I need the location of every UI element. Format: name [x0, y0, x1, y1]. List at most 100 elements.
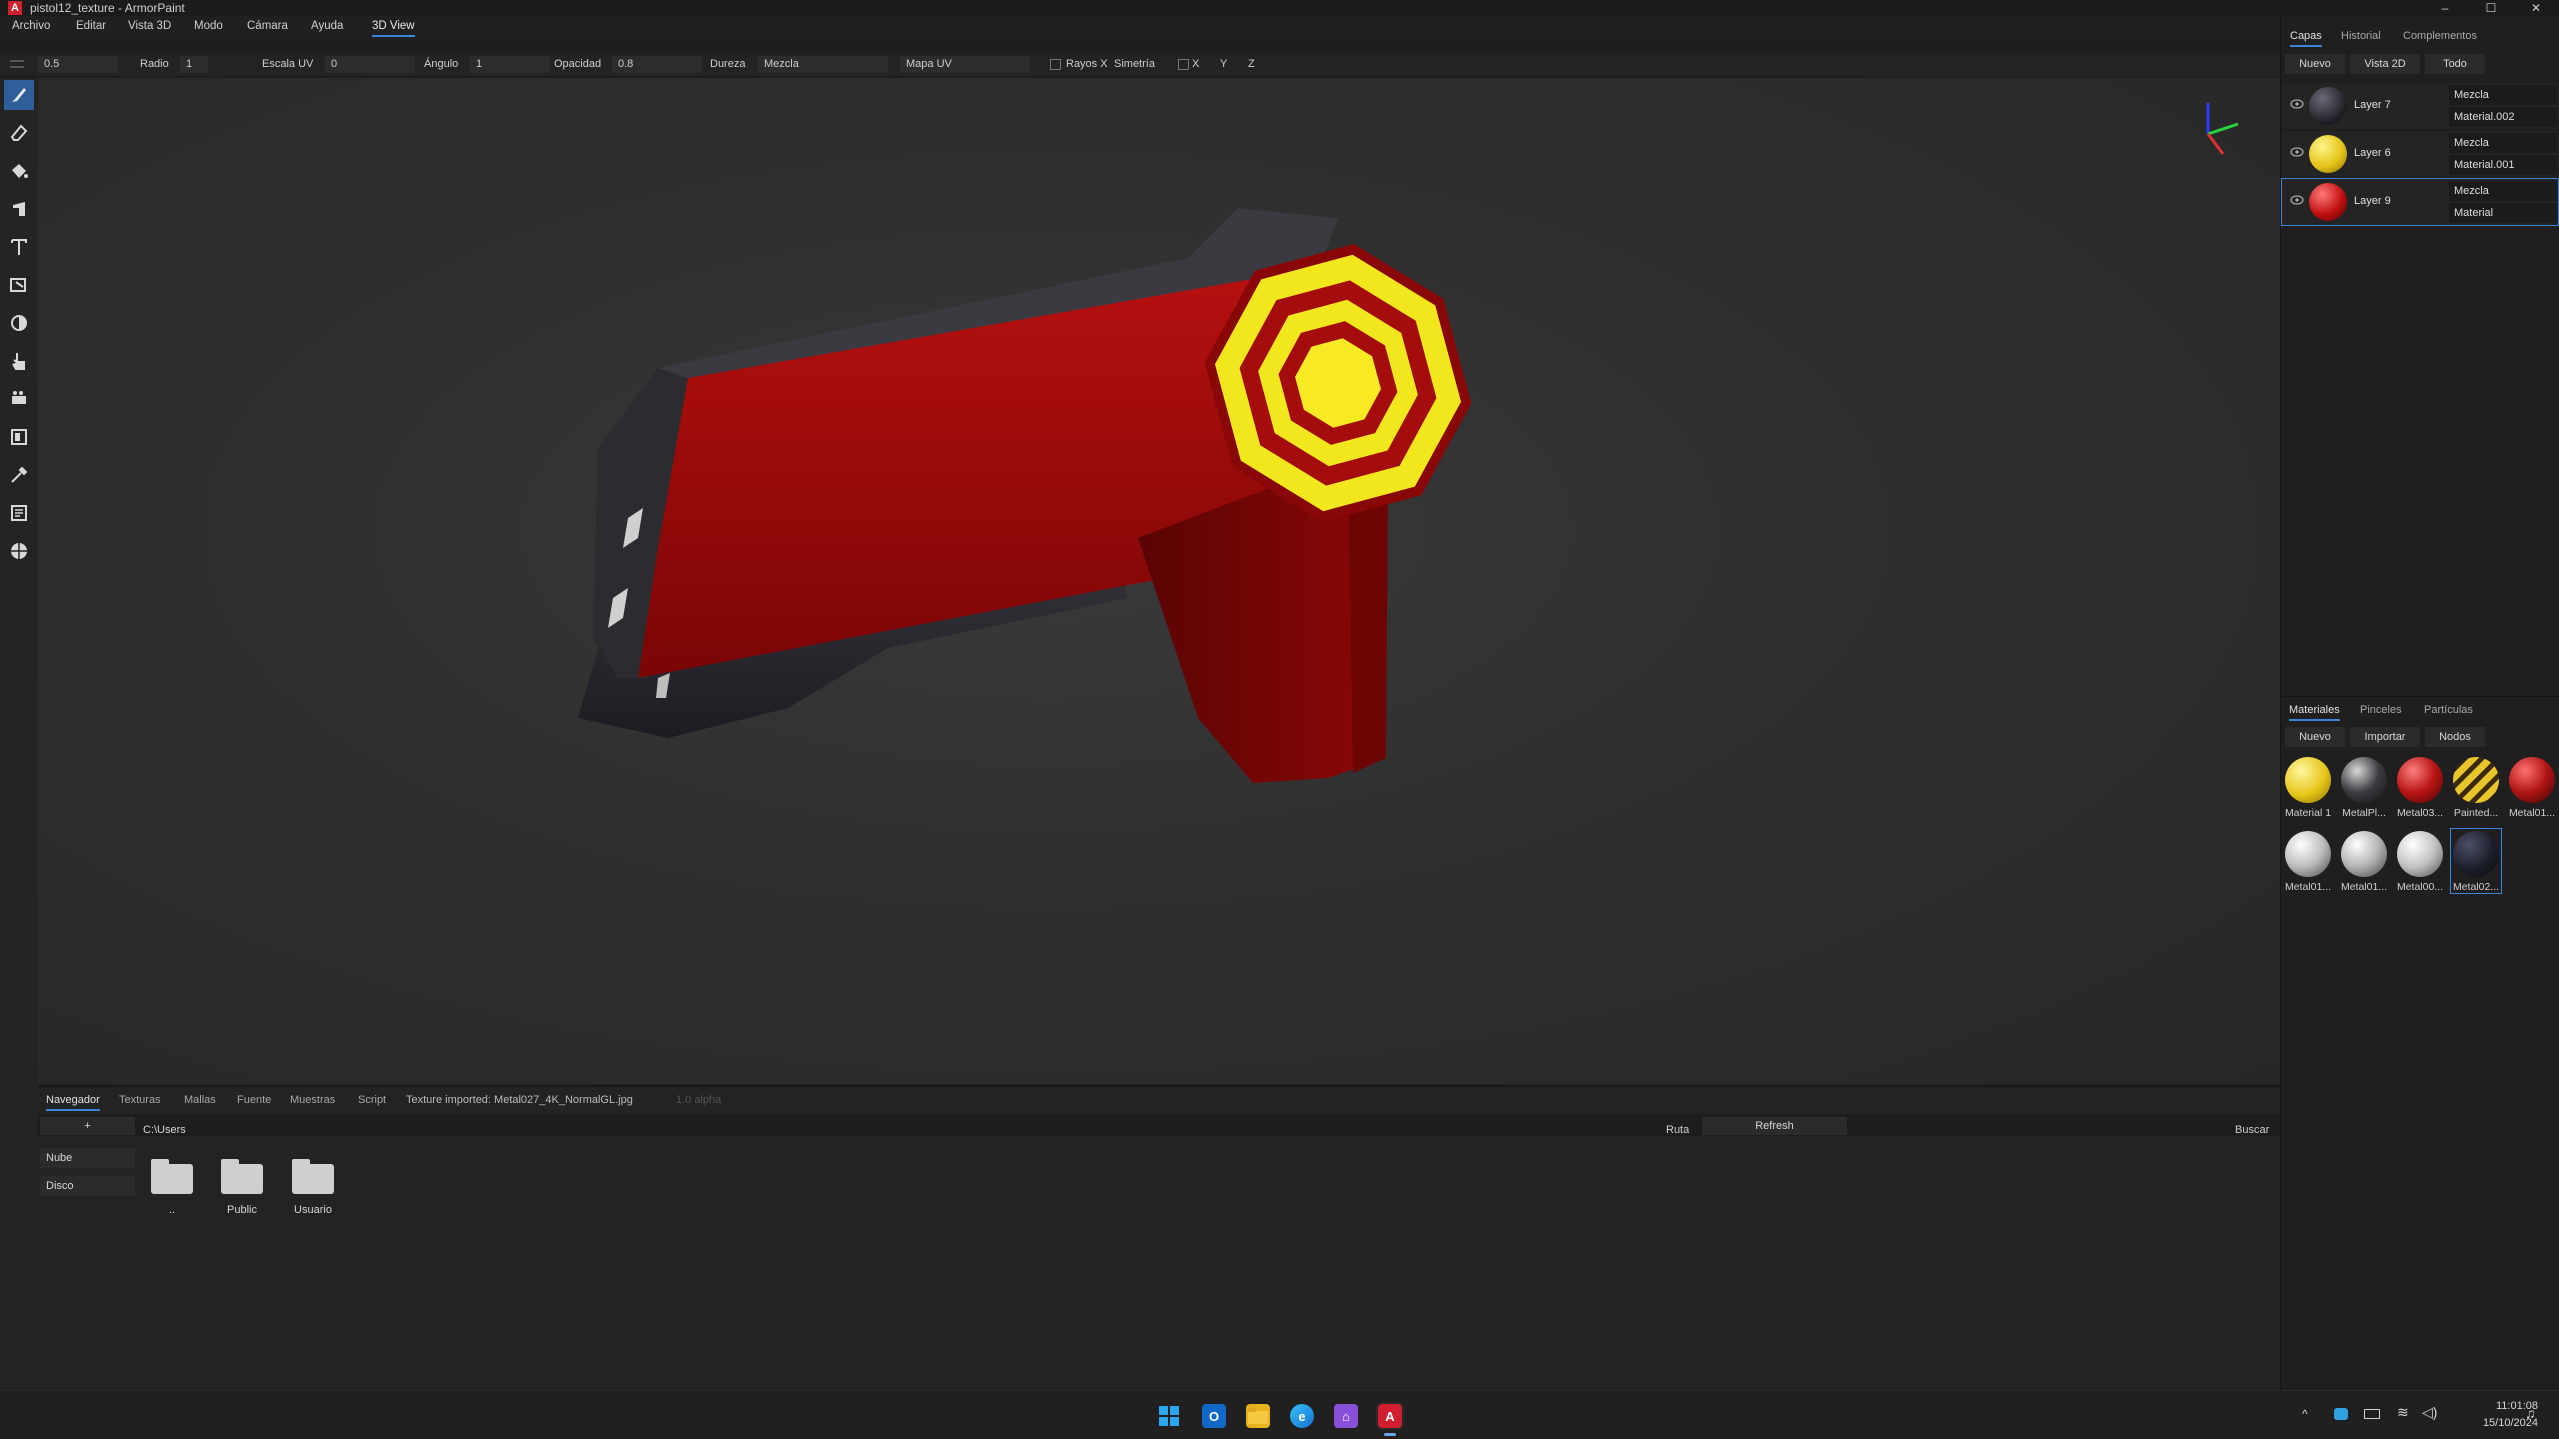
- eraser-icon[interactable]: [4, 118, 34, 148]
- eye-icon[interactable]: [2290, 195, 2304, 205]
- tab-navegador[interactable]: Navegador: [46, 1094, 100, 1111]
- material-thumb[interactable]: Metal01...: [2507, 757, 2557, 819]
- search-field[interactable]: Buscar: [2235, 1124, 2269, 1136]
- 3d-viewport[interactable]: [38, 78, 2280, 1084]
- store-app-icon[interactable]: ⌂: [1334, 1404, 1358, 1428]
- blur-icon[interactable]: [4, 308, 34, 338]
- keyboard-icon[interactable]: [2364, 1409, 2380, 1419]
- refresh-button[interactable]: Refresh: [1702, 1117, 1847, 1135]
- picker-icon[interactable]: [4, 460, 34, 490]
- tab-capas[interactable]: Capas: [2290, 30, 2322, 47]
- menu-editar[interactable]: Editar: [76, 20, 106, 32]
- rayos-x-checkbox[interactable]: [1050, 59, 1061, 70]
- brush-icon[interactable]: [4, 80, 34, 110]
- material-thumb[interactable]: Painted...: [2451, 757, 2501, 819]
- maximize-button[interactable]: ☐: [2468, 0, 2514, 16]
- folder-icon: [221, 1159, 263, 1194]
- tab-materiales[interactable]: Materiales: [2289, 704, 2340, 721]
- folder-item[interactable]: Public: [212, 1159, 272, 1216]
- tab-pinceles[interactable]: Pinceles: [2360, 704, 2402, 716]
- layer-material-select[interactable]: Material: [2449, 203, 2557, 223]
- text-icon[interactable]: [4, 232, 34, 262]
- windows-start-icon[interactable]: [1157, 1404, 1181, 1428]
- armorpaint-taskbar-icon[interactable]: A: [1376, 1402, 1404, 1430]
- brush-value-field[interactable]: 0.5: [38, 56, 118, 73]
- uv-map-select[interactable]: Mapa UV: [900, 56, 1030, 73]
- side-item-disco[interactable]: Disco: [40, 1176, 135, 1196]
- fill-icon[interactable]: [4, 156, 34, 186]
- decal-icon[interactable]: [4, 194, 34, 224]
- wifi-icon[interactable]: ≋: [2397, 1404, 2409, 1421]
- tab-3d-view[interactable]: 3D View: [372, 20, 415, 37]
- path-input[interactable]: C:\Users: [143, 1124, 186, 1136]
- radio-field[interactable]: 1: [180, 56, 208, 73]
- menu-modo[interactable]: Modo: [194, 20, 223, 32]
- escala-uv-field[interactable]: 0: [325, 56, 415, 73]
- bake-icon[interactable]: [4, 422, 34, 452]
- tab-script[interactable]: Script: [358, 1094, 386, 1106]
- material-thumb-selected[interactable]: Metal02...: [2450, 828, 2502, 894]
- tray-app-icon[interactable]: [2334, 1408, 2348, 1420]
- tab-fuente[interactable]: Fuente: [237, 1094, 271, 1106]
- folder-item[interactable]: Usuario: [283, 1159, 343, 1216]
- opacidad-field[interactable]: 0.8: [612, 56, 702, 73]
- tab-historial[interactable]: Historial: [2341, 30, 2381, 42]
- opacidad-label: Opacidad: [554, 58, 602, 70]
- material-thumb[interactable]: Metal03...: [2395, 757, 2445, 819]
- eye-icon[interactable]: [2290, 99, 2304, 109]
- layer-row[interactable]: Layer 9 Mezcla Material: [2281, 178, 2559, 226]
- minimize-button[interactable]: –: [2422, 0, 2468, 16]
- angulo-field[interactable]: 1: [470, 56, 550, 73]
- smudge-icon[interactable]: [4, 346, 34, 376]
- layer-row[interactable]: Layer 6 Mezcla Material.001: [2282, 131, 2558, 177]
- clone-icon[interactable]: [4, 270, 34, 300]
- volume-icon[interactable]: ◁): [2422, 1404, 2437, 1421]
- menu-camara[interactable]: Cámara: [247, 20, 288, 32]
- notification-bell-icon[interactable]: ♫: [2525, 1405, 2536, 1421]
- gizmo-icon[interactable]: [4, 536, 34, 566]
- tab-muestras[interactable]: Muestras: [290, 1094, 335, 1106]
- file-explorer-icon[interactable]: [1246, 1404, 1270, 1428]
- todo-button[interactable]: Todo: [2425, 54, 2485, 74]
- material-preview: [2397, 757, 2443, 803]
- edge-browser-icon[interactable]: e: [1290, 1404, 1314, 1428]
- outlook-icon[interactable]: O: [1202, 1404, 1226, 1428]
- layer-material-select[interactable]: Material.002: [2449, 107, 2557, 127]
- add-location-button[interactable]: +: [40, 1117, 135, 1135]
- chevron-up-icon[interactable]: ^: [2302, 1407, 2308, 1421]
- import-material-button[interactable]: Importar: [2350, 727, 2420, 747]
- material-thumb[interactable]: MetalPl...: [2339, 757, 2389, 819]
- material-icon[interactable]: [4, 498, 34, 528]
- layer-material-select[interactable]: Material.001: [2449, 155, 2557, 175]
- eye-icon[interactable]: [2290, 147, 2304, 157]
- new-material-button[interactable]: Nuevo: [2285, 727, 2345, 747]
- symmetry-x-checkbox[interactable]: [1178, 59, 1189, 70]
- menu-archivo[interactable]: Archivo: [12, 20, 50, 32]
- nodes-button[interactable]: Nodos: [2425, 727, 2485, 747]
- material-thumb[interactable]: Metal01...: [2339, 831, 2389, 893]
- menu-vista-3d[interactable]: Vista 3D: [128, 20, 171, 32]
- layer-blend-select[interactable]: Mezcla: [2449, 133, 2557, 153]
- layer-blend-select[interactable]: Mezcla: [2449, 181, 2557, 201]
- folder-item[interactable]: ..: [142, 1159, 202, 1216]
- tab-complementos[interactable]: Complementos: [2403, 30, 2477, 42]
- new-layer-button[interactable]: Nuevo: [2285, 54, 2345, 74]
- material-thumb[interactable]: Metal01...: [2283, 831, 2333, 893]
- material-name: Metal03...: [2396, 807, 2444, 819]
- menu-ayuda[interactable]: Ayuda: [311, 20, 343, 32]
- material-name: Material 1: [2284, 807, 2332, 819]
- layer-row[interactable]: Layer 7 Mezcla Material.002: [2282, 83, 2558, 129]
- close-button[interactable]: ✕: [2513, 0, 2559, 16]
- material-thumb[interactable]: Metal00...: [2395, 831, 2445, 893]
- material-thumb[interactable]: Material 1: [2283, 757, 2333, 819]
- tab-particulas[interactable]: Partículas: [2424, 704, 2473, 716]
- blend-select[interactable]: Mezcla: [758, 56, 888, 73]
- layer-thumbnail: [2309, 87, 2347, 125]
- drag-handle-icon[interactable]: [10, 60, 24, 68]
- vista-2d-button[interactable]: Vista 2D: [2350, 54, 2420, 74]
- tab-texturas[interactable]: Texturas: [119, 1094, 161, 1106]
- particle-icon[interactable]: [4, 384, 34, 414]
- tab-mallas[interactable]: Mallas: [184, 1094, 216, 1106]
- layer-blend-select[interactable]: Mezcla: [2449, 85, 2557, 105]
- side-item-nube[interactable]: Nube: [40, 1148, 135, 1168]
